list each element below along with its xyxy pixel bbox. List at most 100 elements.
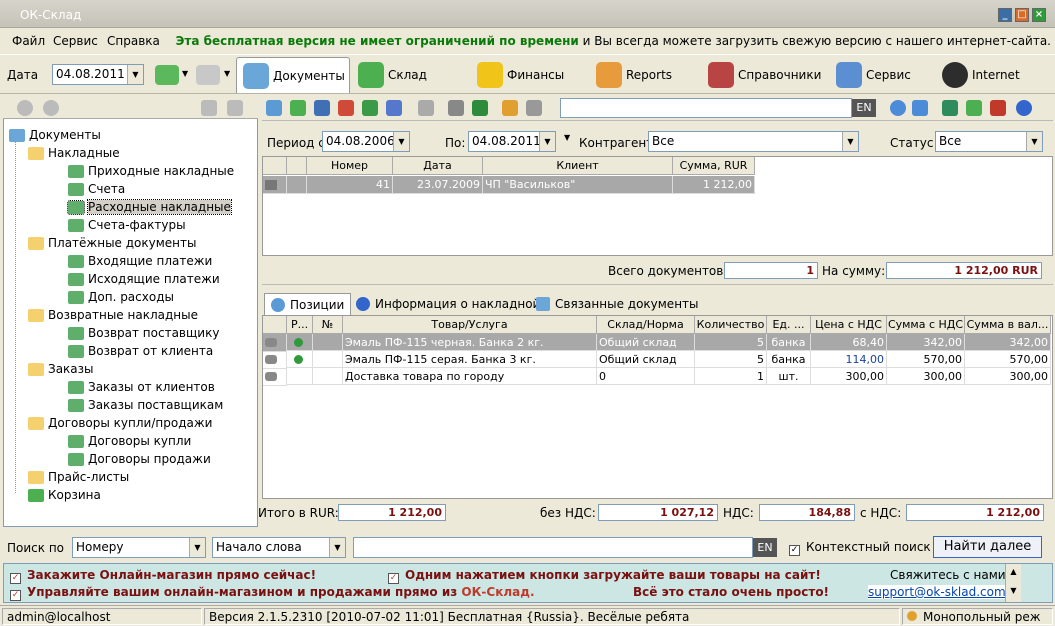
chevron-down-icon[interactable]: ▼ xyxy=(842,132,858,151)
tab-related[interactable]: Связанные документы xyxy=(530,293,705,315)
language-indicator[interactable]: EN xyxy=(753,538,777,557)
help-icon[interactable] xyxy=(1016,100,1032,116)
find-settings-icon[interactable] xyxy=(912,100,928,116)
tree-item-trash[interactable]: Корзина xyxy=(28,486,101,504)
column-header[interactable]: Клиент xyxy=(483,157,673,175)
status-select[interactable]: Все ▼ xyxy=(935,131,1043,152)
nav-service[interactable]: Сервис xyxy=(836,57,911,93)
chevron-down-icon[interactable]: ▼ xyxy=(329,538,345,557)
tab-info[interactable]: Информация о накладной xyxy=(350,293,546,315)
minimize-icon[interactable]: _ xyxy=(998,8,1012,22)
column-header[interactable]: Сумма в вал... xyxy=(965,316,1051,334)
tree-item[interactable]: Заказы поставщикам xyxy=(68,396,223,414)
chevron-down-icon[interactable]: ▼ xyxy=(393,132,409,151)
copy-doc-icon[interactable] xyxy=(290,100,306,116)
tree-item[interactable]: Приходные накладные xyxy=(68,162,234,180)
tree-item[interactable]: Возврат поставщику xyxy=(68,324,219,342)
new-doc-icon[interactable] xyxy=(266,100,282,116)
chevron-down-icon[interactable]: ▼ xyxy=(1026,132,1042,151)
column-header[interactable] xyxy=(263,316,287,334)
column-header[interactable]: Сумма с НДС xyxy=(887,316,965,334)
table-cell[interactable] xyxy=(287,351,313,368)
pin-icon[interactable] xyxy=(418,100,434,116)
tree-item[interactable]: Расходные накладные xyxy=(67,198,232,216)
table-cell[interactable] xyxy=(313,351,343,368)
tree-item[interactable]: Накладные xyxy=(28,144,120,162)
nav-directories[interactable]: Справочники xyxy=(708,57,821,93)
table-cell[interactable] xyxy=(313,334,343,351)
tree-item[interactable]: Заказы от клиентов xyxy=(68,378,215,396)
tree-item[interactable]: Входящие платежи xyxy=(68,252,212,270)
table-cell[interactable] xyxy=(313,368,343,385)
column-header[interactable]: Цена с НДС xyxy=(811,316,887,334)
table-cell[interactable]: 342,00 xyxy=(887,334,965,351)
up-icon[interactable] xyxy=(502,100,518,116)
context-search-checkbox[interactable]: ✓ Контекстный поиск xyxy=(789,540,931,556)
tree-tool-icon[interactable] xyxy=(17,100,33,116)
add-icon[interactable] xyxy=(966,100,982,116)
delete-icon[interactable] xyxy=(338,100,354,116)
table-cell[interactable] xyxy=(287,368,313,385)
menu-service[interactable]: Сервис xyxy=(53,34,98,48)
table-cell[interactable] xyxy=(287,334,313,351)
tree-item[interactable]: Платёжные документы xyxy=(28,234,196,252)
support-email-link[interactable]: support@ok-sklad.com xyxy=(868,585,1006,599)
table-cell[interactable]: Эмаль ПФ-115 черная. Банка 2 кг. xyxy=(343,334,597,351)
table-cell[interactable]: банка xyxy=(767,334,811,351)
nav-documents[interactable]: Документы xyxy=(236,57,350,93)
tree-item[interactable]: Прайс-листы xyxy=(28,468,129,486)
table-cell[interactable]: 5 xyxy=(695,351,767,368)
nav-warehouse[interactable]: Склад xyxy=(358,57,427,93)
table-cell[interactable]: 41 xyxy=(307,176,393,194)
chevron-down-icon[interactable]: ▼ xyxy=(189,538,205,557)
refresh-icon[interactable] xyxy=(362,100,378,116)
tree-item[interactable]: Заказы xyxy=(28,360,94,378)
table-cell[interactable]: 23.07.2009 xyxy=(393,176,483,194)
remove-icon[interactable] xyxy=(990,100,1006,116)
table-cell[interactable]: 342,00 xyxy=(965,334,1051,351)
tree-item[interactable]: Исходящие платежи xyxy=(68,270,220,288)
table-cell[interactable]: Эмаль ПФ-115 серая. Банка 3 кг. xyxy=(343,351,597,368)
table-cell[interactable]: 1 212,00 xyxy=(673,176,755,194)
forward-arrow-icon[interactable] xyxy=(196,65,220,85)
find-next-button[interactable]: Найти далее xyxy=(933,536,1042,558)
ad-banner[interactable]: ✓ Закажите Онлайн-магазин прямо сейчас! ✓… xyxy=(3,563,1053,603)
tab-positions[interactable]: Позиции xyxy=(264,293,352,315)
checkbox-icon[interactable]: ✓ xyxy=(789,545,800,556)
menu-help[interactable]: Справка xyxy=(107,34,160,48)
table-cell[interactable]: 68,40 xyxy=(811,334,887,351)
column-header[interactable]: Дата xyxy=(393,157,483,175)
column-header[interactable]: Р... xyxy=(287,316,313,334)
tree-item[interactable]: Счета xyxy=(68,180,125,198)
table-cell[interactable]: банка xyxy=(767,351,811,368)
back-dropdown-icon[interactable]: ▼ xyxy=(182,69,188,78)
tree-root[interactable]: Документы xyxy=(9,126,101,144)
folder-icon[interactable] xyxy=(201,100,217,116)
table-cell[interactable]: 300,00 xyxy=(965,368,1051,385)
table-cell[interactable]: Доставка товара по городу xyxy=(343,368,597,385)
nav-reports[interactable]: Reports xyxy=(596,57,672,93)
table-cell[interactable]: шт. xyxy=(767,368,811,385)
tree-item[interactable]: Доп. расходы xyxy=(68,288,174,306)
excel-icon[interactable] xyxy=(472,100,488,116)
table-cell[interactable]: 570,00 xyxy=(887,351,965,368)
table-cell[interactable]: 300,00 xyxy=(811,368,887,385)
tree-item[interactable]: Возвратные накладные xyxy=(28,306,198,324)
ad-scrollbar[interactable]: ▲ ▼ xyxy=(1005,564,1021,602)
chevron-down-icon[interactable]: ▼ xyxy=(127,65,143,84)
edit-doc-icon[interactable] xyxy=(314,100,330,116)
contractor-select[interactable]: Все ▼ xyxy=(648,131,859,152)
maximize-icon[interactable]: □ xyxy=(1015,8,1029,22)
forward-dropdown-icon[interactable]: ▼ xyxy=(224,69,230,78)
column-header[interactable]: № xyxy=(313,316,343,334)
search-mode-select[interactable]: Начало слова ▼ xyxy=(212,537,346,558)
date-picker[interactable]: 04.08.2011 ▼ xyxy=(52,64,144,85)
layers-icon[interactable] xyxy=(942,100,958,116)
print-icon[interactable] xyxy=(448,100,464,116)
tree-tool-icon[interactable] xyxy=(43,100,59,116)
nav-internet[interactable]: Internet xyxy=(942,57,1020,93)
column-header[interactable]: Сумма, RUR xyxy=(673,157,755,175)
column-header[interactable] xyxy=(287,157,307,175)
search-icon[interactable] xyxy=(890,100,906,116)
back-arrow-icon[interactable] xyxy=(155,65,179,85)
